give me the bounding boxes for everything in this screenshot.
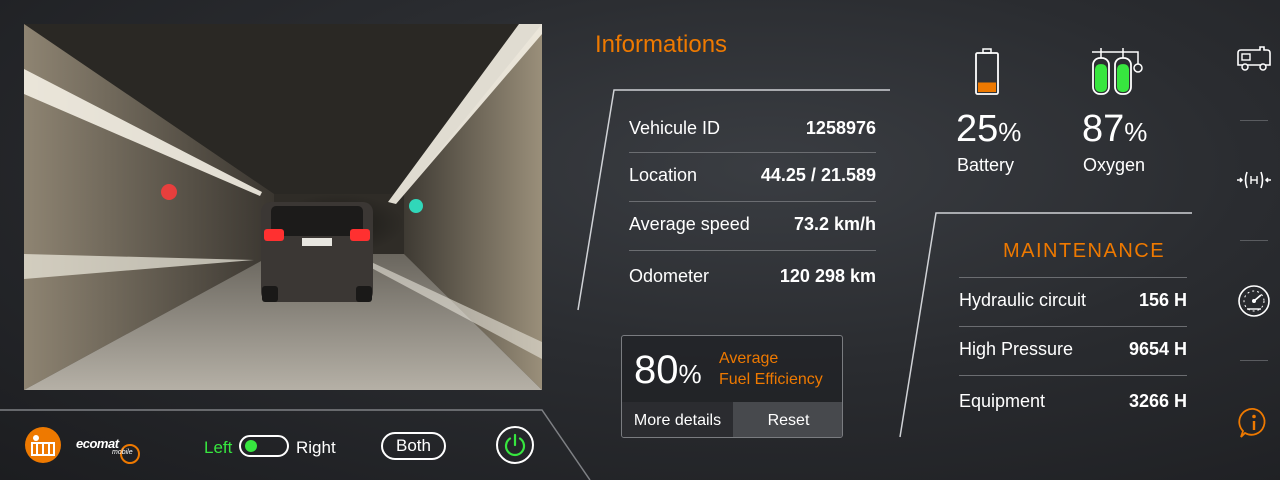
maintenance-row-equipment: Equipment 3266 H	[959, 386, 1187, 416]
ecomat-logo: ecomat mobile	[74, 434, 154, 464]
maintenance-row-high-pressure: High Pressure 9654 H	[959, 334, 1187, 364]
oxygen-tanks-icon	[1090, 46, 1146, 101]
side-left-label[interactable]: Left	[204, 438, 232, 458]
fuel-buttons: More details Reset	[622, 402, 842, 437]
fuel-label-line2: Fuel Efficiency	[719, 371, 823, 388]
info-value: 1258976	[805, 117, 876, 138]
nav-separator	[1240, 360, 1268, 361]
oxygen-unit: %	[1124, 117, 1148, 147]
maintenance-value: 9654 H	[1128, 338, 1187, 359]
battery-number: 25	[956, 108, 999, 150]
maintenance-row-hydraulic: Hydraulic circuit 156 H	[959, 285, 1187, 315]
both-button[interactable]: Both	[381, 432, 446, 460]
nav-axle-button[interactable]	[1236, 162, 1272, 198]
divider	[629, 250, 876, 251]
divider	[959, 326, 1187, 327]
maintenance-label: High Pressure	[959, 338, 1074, 359]
speedometer-icon	[1238, 285, 1270, 317]
battery-label: Battery	[957, 155, 1015, 175]
info-value: 73.2 km/h	[793, 213, 876, 234]
nav-truck-button[interactable]	[1236, 41, 1272, 77]
divider	[959, 277, 1187, 278]
nav-info-button[interactable]	[1236, 405, 1272, 441]
informations-title: Informations	[595, 31, 728, 58]
side-toggle-switch[interactable]	[239, 435, 289, 457]
maintenance-label: Hydraulic circuit	[959, 289, 1087, 310]
more-details-button[interactable]: More details	[622, 402, 733, 437]
ifm-logo	[24, 426, 62, 464]
power-button[interactable]	[496, 426, 534, 464]
info-row-location: Location 44.25 / 21.589	[629, 160, 876, 190]
brand-sub: mobile	[112, 449, 133, 456]
info-label: Odometer	[629, 265, 710, 286]
axle-icon	[1237, 171, 1271, 189]
fuel-efficiency-card: 80% Average Fuel Efficiency More details…	[621, 335, 843, 438]
divider	[629, 152, 876, 153]
fuel-percent-unit: %	[678, 359, 702, 389]
fuel-percent: 80%	[634, 348, 702, 393]
reset-button[interactable]: Reset	[733, 402, 842, 437]
maintenance-value: 3266 H	[1128, 390, 1187, 411]
toggle-knob	[245, 440, 257, 452]
oxygen-number: 87	[1082, 108, 1125, 150]
info-label: Location	[629, 164, 698, 185]
battery-value: 25%	[956, 108, 1021, 151]
maintenance-label: Equipment	[959, 390, 1046, 411]
divider	[959, 375, 1187, 376]
side-right-label[interactable]: Right	[296, 438, 336, 458]
fuel-label: Average Fuel Efficiency	[719, 348, 839, 390]
camera-feed	[24, 24, 542, 390]
info-label: Average speed	[629, 213, 750, 234]
fuel-label-line1: Average	[719, 350, 779, 367]
info-row-odometer: Odometer 120 298 km	[629, 261, 876, 291]
info-icon	[1238, 408, 1266, 438]
info-value: 120 298 km	[779, 265, 876, 286]
info-label: Vehicule ID	[629, 117, 721, 138]
oxygen-value: 87%	[1082, 108, 1147, 151]
battery-icon	[974, 48, 1000, 101]
nav-speedometer-button[interactable]	[1236, 283, 1272, 319]
oxygen-label: Oxygen	[1083, 155, 1146, 175]
info-value: 44.25 / 21.589	[760, 164, 876, 185]
battery-unit: %	[998, 117, 1022, 147]
info-row-vehicle-id: Vehicule ID 1258976	[629, 113, 876, 143]
info-row-average-speed: Average speed 73.2 km/h	[629, 209, 876, 239]
divider	[629, 201, 876, 202]
maintenance-title: MAINTENANCE	[1003, 240, 1166, 262]
maintenance-value: 156 H	[1138, 289, 1187, 310]
nav-separator	[1240, 240, 1268, 241]
nav-separator	[1240, 120, 1268, 121]
truck-icon	[1237, 46, 1271, 71]
fuel-percent-value: 80	[634, 348, 679, 392]
power-icon	[504, 433, 526, 457]
